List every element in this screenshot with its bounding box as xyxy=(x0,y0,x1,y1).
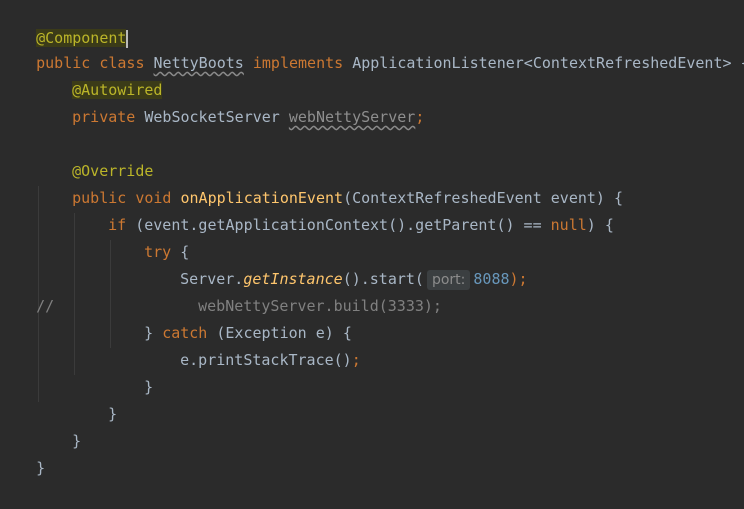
close-brace: } xyxy=(108,405,118,423)
field-name: webNettyServer xyxy=(288,108,416,126)
code-line-8[interactable]: if (event.getApplicationContext().getPar… xyxy=(72,185,614,234)
code-line-4[interactable]: private WebSocketServer webNettyServer; xyxy=(36,77,424,126)
code-line-7[interactable]: public void onApplicationEvent(ContextRe… xyxy=(36,158,623,207)
code-line-11[interactable]: // xyxy=(0,266,54,315)
semicolon: ; xyxy=(415,108,425,126)
class-name: NettyBoots xyxy=(153,54,244,72)
if-condition: (event.getApplicationContext().getParent… xyxy=(135,216,542,234)
code-line-16[interactable]: } xyxy=(36,401,81,450)
interface-type: ApplicationListener<ContextRefreshedEven… xyxy=(352,54,732,72)
open-brace: { xyxy=(614,189,624,207)
code-line-10[interactable]: Server.getInstance().start(port: 8088); xyxy=(144,239,528,290)
commented-code: webNettyServer.build(3333); xyxy=(198,297,442,315)
open-brace: { xyxy=(604,216,614,234)
if-condition-end: ) xyxy=(586,216,596,234)
semicolon: ; xyxy=(351,351,361,369)
code-line-9[interactable]: try { xyxy=(108,212,189,261)
code-line-2[interactable]: public class NettyBoots implements Appli… xyxy=(0,23,744,72)
close-brace: } xyxy=(144,378,154,396)
code-line-12[interactable]: } catch (Exception e) { xyxy=(108,293,352,342)
code-line-1[interactable]: @Component xyxy=(0,0,129,48)
print-stack-trace: e.printStackTrace() xyxy=(180,351,352,369)
comment-marker: // xyxy=(36,297,55,315)
keyword-private: private xyxy=(72,108,136,126)
close-brace: } xyxy=(36,459,46,477)
code-line-3[interactable]: @Autowired xyxy=(36,50,163,99)
keyword-implements: implements xyxy=(252,54,344,72)
code-editor[interactable]: @Component public class NettyBoots imple… xyxy=(0,0,744,477)
code-line-13[interactable]: e.printStackTrace(); xyxy=(144,320,361,369)
code-line-15[interactable]: } xyxy=(72,374,117,423)
call-end: ); xyxy=(509,270,528,288)
code-line-17[interactable]: } xyxy=(0,428,45,477)
code-line-6[interactable]: @Override xyxy=(36,131,153,180)
field-type: WebSocketServer xyxy=(144,108,280,126)
keyword-null: null xyxy=(550,216,587,234)
open-brace: { xyxy=(741,54,744,72)
port-number: 8088 xyxy=(473,270,510,288)
close-brace: } xyxy=(72,432,82,450)
code-line-14[interactable]: } xyxy=(108,347,153,396)
